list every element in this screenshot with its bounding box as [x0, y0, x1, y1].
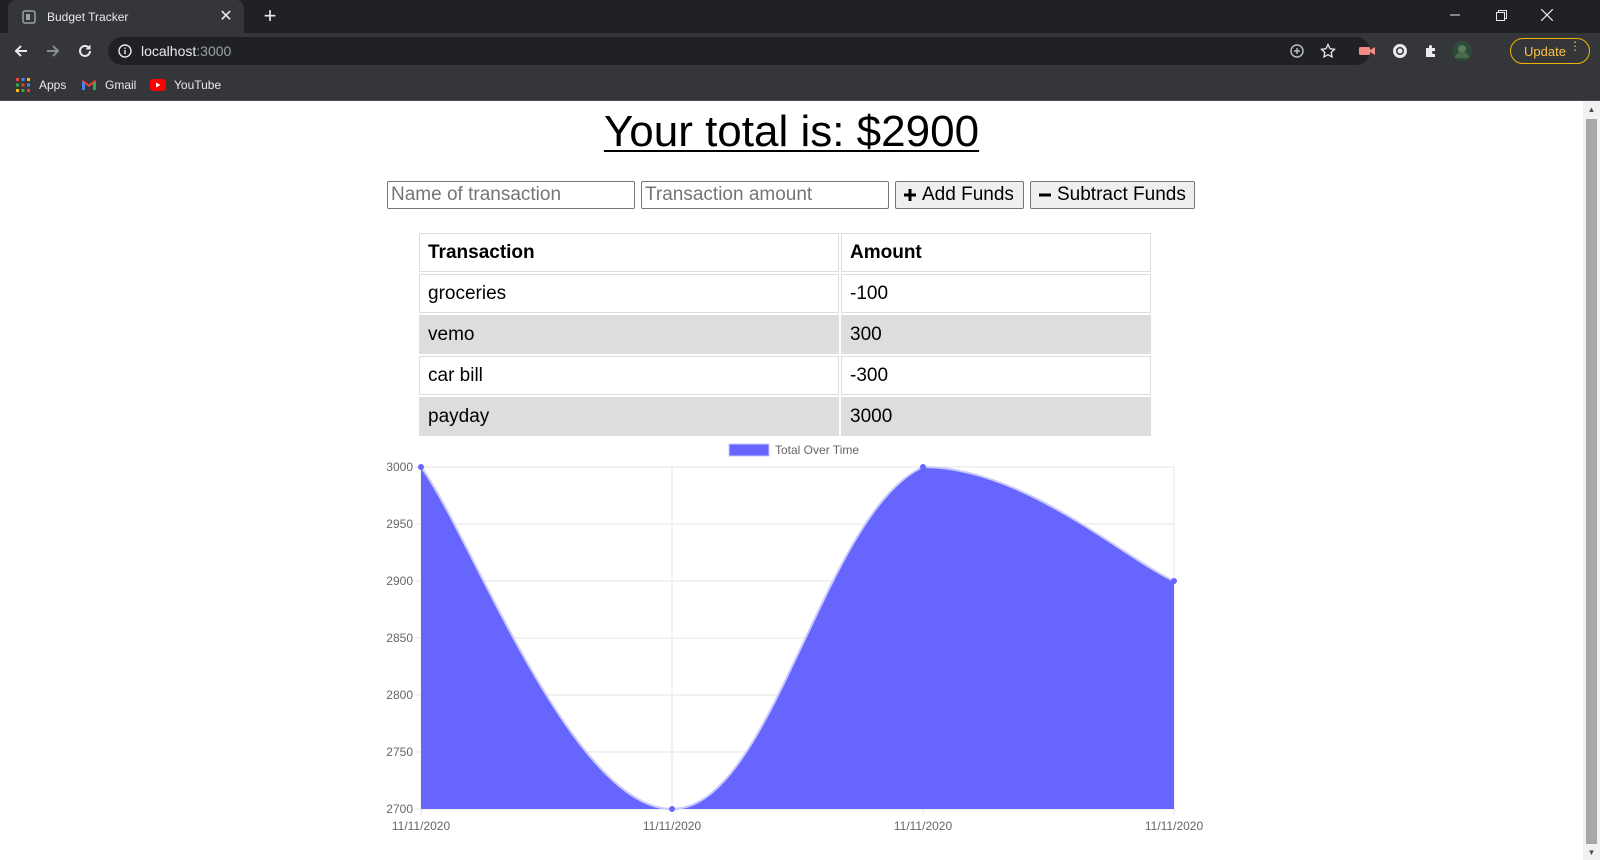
transaction-amount-cell: 300	[841, 315, 1151, 354]
transaction-name-cell: groceries	[419, 274, 839, 313]
y-tick-label: 2750	[386, 745, 413, 759]
extensions-puzzle-icon[interactable]	[1417, 37, 1445, 65]
reload-icon[interactable]	[71, 37, 99, 65]
site-info-icon[interactable]	[118, 44, 132, 58]
transaction-amount-cell: -100	[841, 274, 1151, 313]
bookmark-label: YouTube	[174, 78, 222, 92]
data-point	[418, 464, 424, 470]
data-point	[1171, 578, 1177, 584]
close-window-icon[interactable]	[1524, 0, 1570, 30]
column-header-amount: Amount	[841, 233, 1151, 272]
back-icon[interactable]	[7, 37, 35, 65]
data-point	[920, 464, 926, 470]
vertical-scrollbar[interactable]: ▲ ▼	[1583, 101, 1600, 860]
scrollbar-thumb[interactable]	[1586, 119, 1597, 844]
bookmarks-bar: Apps Gmail YouTube	[0, 69, 1600, 101]
bookmark-label: Apps	[39, 78, 67, 92]
bookmark-star-icon[interactable]	[1314, 37, 1342, 65]
tab-strip: Budget Tracker ✕ +	[0, 0, 1600, 33]
page-viewport: Your total is: $2900 Add Funds Subtract …	[0, 101, 1583, 860]
legend-label: Total Over Time	[775, 443, 859, 457]
y-tick-label: 2850	[386, 631, 413, 645]
restore-icon[interactable]	[1478, 0, 1524, 30]
transaction-name-cell: vemo	[419, 315, 839, 354]
subtract-funds-button[interactable]: Subtract Funds	[1030, 181, 1195, 209]
table-row: groceries -100	[419, 274, 1151, 313]
x-tick-label: 11/11/2020	[894, 819, 953, 833]
total-value: 2900	[881, 107, 980, 156]
y-tick-label: 2700	[386, 802, 413, 816]
transaction-name-cell: payday	[419, 397, 839, 436]
transaction-amount-input[interactable]	[641, 181, 889, 209]
profile-avatar-icon[interactable]	[1448, 37, 1476, 65]
table-row: car bill -300	[419, 356, 1151, 395]
total-label: Your total is: $	[603, 107, 882, 156]
new-tab-icon[interactable]: +	[258, 4, 282, 28]
transaction-name-input[interactable]	[387, 181, 635, 209]
minus-icon	[1038, 188, 1052, 202]
table-header-row: Transaction Amount	[419, 233, 1151, 272]
bookmark-label: Gmail	[105, 78, 137, 92]
bookmark-gmail[interactable]: Gmail	[81, 76, 136, 94]
plus-icon	[903, 188, 917, 202]
url-text: localhost:3000	[141, 43, 232, 59]
total-over-time-chart: 3000 2950 2900 2850 2800 2750 2700 11/11/2020 11…	[386, 443, 1204, 833]
address-bar[interactable]: localhost:3000	[108, 37, 1370, 65]
y-tick-label: 3000	[386, 460, 413, 474]
transaction-name-cell: car bill	[419, 356, 839, 395]
table-row: vemo 300	[419, 315, 1151, 354]
browser-tab[interactable]: Budget Tracker ✕	[8, 0, 244, 33]
forward-icon[interactable]	[39, 37, 67, 65]
youtube-icon	[150, 77, 166, 93]
apps-grid-icon	[15, 77, 31, 93]
y-tick-label: 2950	[386, 517, 413, 531]
page-favicon-icon	[21, 9, 37, 25]
data-point	[669, 806, 675, 812]
legend-swatch	[728, 443, 770, 457]
total-heading: Your total is: $2900	[0, 107, 1583, 157]
transaction-amount-cell: -300	[841, 356, 1151, 395]
minimize-icon[interactable]	[1432, 0, 1478, 30]
circle-extension-icon[interactable]	[1386, 37, 1414, 65]
x-tick-label: 11/11/2020	[392, 819, 451, 833]
bookmark-apps[interactable]: Apps	[15, 76, 66, 94]
gmail-icon	[81, 77, 97, 93]
add-funds-button[interactable]: Add Funds	[895, 181, 1024, 209]
scroll-down-arrow-icon[interactable]: ▼	[1587, 848, 1596, 857]
column-header-transaction: Transaction	[419, 233, 839, 272]
y-tick-label: 2800	[386, 688, 413, 702]
update-label: Update	[1524, 43, 1566, 59]
screen-recorder-extension-icon[interactable]	[1353, 37, 1381, 65]
x-tick-label: 11/11/2020	[1145, 819, 1204, 833]
transaction-amount-cell: 3000	[841, 397, 1151, 436]
add-to-page-icon[interactable]	[1283, 37, 1311, 65]
x-tick-label: 11/11/2020	[643, 819, 702, 833]
y-tick-label: 2900	[386, 574, 413, 588]
scroll-up-arrow-icon[interactable]: ▲	[1587, 105, 1596, 114]
subtract-funds-label: Subtract Funds	[1057, 184, 1186, 205]
menu-kebab-icon[interactable]: ⋮	[1569, 40, 1581, 52]
update-button[interactable]: Update ⋮	[1510, 38, 1590, 64]
add-funds-label: Add Funds	[922, 184, 1014, 205]
transactions-table: Transaction Amount groceries -100 vemo 3…	[417, 231, 1153, 438]
tab-title: Budget Tracker	[47, 9, 129, 24]
bookmark-youtube[interactable]: YouTube	[150, 76, 221, 94]
table-row: payday 3000	[419, 397, 1151, 436]
browser-toolbar: localhost:3000 Update ⋮	[0, 33, 1600, 69]
close-tab-icon[interactable]: ✕	[216, 7, 236, 27]
